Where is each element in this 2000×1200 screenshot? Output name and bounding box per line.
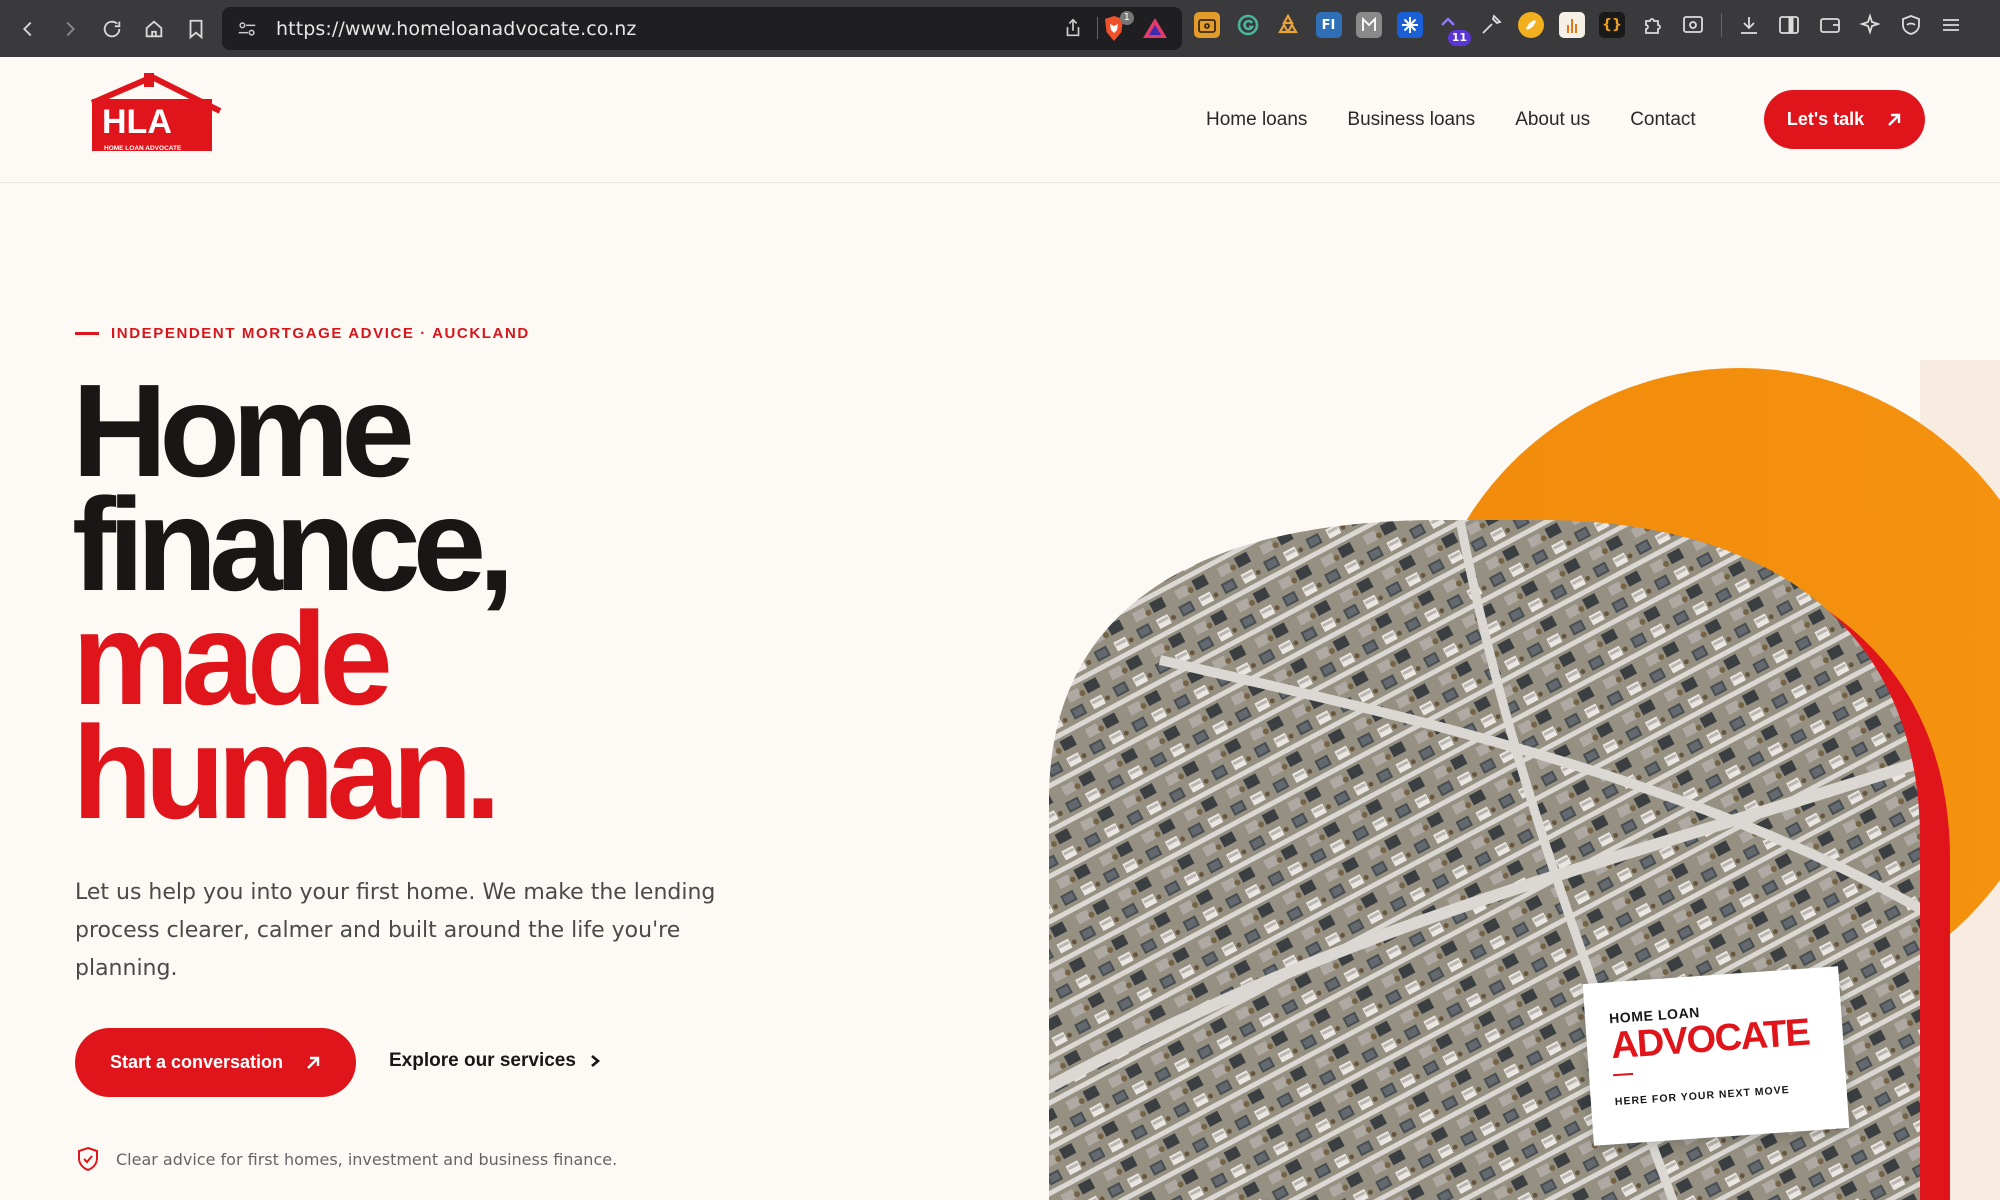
bookmark-button[interactable] — [176, 9, 216, 49]
brand-card-tagline: HERE FOR YOUR NEXT MOVE — [1614, 1083, 1791, 1109]
extension-count-badge: 11 — [1447, 30, 1471, 46]
eyedropper-extension-icon[interactable] — [1478, 12, 1504, 38]
sidebar-toggle-icon[interactable] — [1776, 12, 1802, 38]
hero-headline: Home finance, made human. — [72, 365, 515, 846]
compass-extension-icon[interactable] — [1518, 12, 1544, 38]
hero-eyebrow: INDEPENDENT MORTGAGE ADVICE · AUCKLAND — [75, 325, 530, 342]
main-navigation: Home loans Business loans About us Conta… — [1206, 109, 1736, 131]
reload-button[interactable] — [92, 9, 132, 49]
nav-business-loans[interactable]: Business loans — [1347, 109, 1475, 131]
shields-count-badge: 1 — [1119, 11, 1134, 25]
headline-line-4: human. — [72, 699, 501, 846]
leo-ai-icon[interactable] — [1857, 12, 1883, 38]
screenshot-extension-icon[interactable] — [1680, 12, 1706, 38]
puzzle-extensions-icon[interactable] — [1640, 12, 1666, 38]
hero-visual — [1040, 0, 2000, 1200]
address-bar[interactable]: https://www.homeloanadvocate.co.nz 1 — [222, 7, 1182, 50]
divider — [1720, 13, 1722, 37]
divider — [1097, 17, 1098, 39]
aerial-neighbourhood-image — [1049, 0, 2000, 1200]
explore-services-link[interactable]: Explore our services — [389, 1050, 602, 1072]
home-icon — [145, 19, 163, 37]
bookmark-extension-icon[interactable]: 11 — [1437, 12, 1471, 46]
nav-about-us[interactable]: About us — [1515, 109, 1590, 131]
start-conversation-label: Start a conversation — [109, 1052, 284, 1072]
logo-letters: HLA — [102, 103, 172, 141]
url-text[interactable]: https://www.homeloanadvocate.co.nz — [276, 18, 637, 40]
reload-icon — [103, 20, 121, 37]
braces-extension-icon[interactable]: {} — [1599, 12, 1625, 38]
shield-check-icon — [78, 1146, 98, 1172]
start-conversation-button[interactable]: Start a conversation — [75, 1028, 356, 1097]
trust-note-text: Clear advice for first homes, investment… — [116, 1149, 618, 1169]
arrow-up-right-icon — [307, 1056, 320, 1069]
trust-note: Clear advice for first homes, investment… — [76, 1146, 617, 1172]
browser-toolbar: https://www.homeloanadvocate.co.nz 1 FI — [0, 0, 2000, 57]
logo-subtext: HOME LOAN ADVOCATE — [104, 145, 182, 152]
site-header: HLA HOME LOAN ADVOCATE Home loans Busine… — [0, 57, 2000, 183]
hla-logo[interactable]: HLA HOME LOAN ADVOCATE — [90, 73, 230, 153]
snowflake-extension-icon[interactable] — [1396, 12, 1423, 38]
wallet-extension-icon[interactable] — [1194, 12, 1220, 38]
recycle-extension-icon[interactable] — [1275, 12, 1301, 38]
eyebrow-dash — [75, 332, 99, 335]
brave-rewards-icon[interactable] — [1142, 16, 1168, 40]
chevron-left-icon — [23, 21, 32, 36]
eyebrow-text: INDEPENDENT MORTGAGE ADVICE · AUCKLAND — [111, 325, 530, 342]
downloads-icon[interactable] — [1736, 12, 1762, 38]
hat-extension-icon[interactable] — [1356, 12, 1382, 38]
advocate-brand-card: HOME LOAN ADVOCATE HERE FOR YOUR NEXT MO… — [1582, 966, 1850, 1146]
menu-icon[interactable] — [1938, 12, 1964, 38]
bookmark-icon — [189, 19, 203, 39]
hero-lead-text: Let us help you into your first home. We… — [75, 880, 716, 981]
explore-services-label: Explore our services — [389, 1050, 576, 1071]
nav-home-loans[interactable]: Home loans — [1206, 109, 1307, 131]
fi-extension-icon[interactable]: FI — [1315, 12, 1342, 38]
hand-extension-icon[interactable] — [1558, 12, 1585, 38]
nav-contact[interactable]: Contact — [1630, 109, 1695, 131]
chevron-right-icon — [66, 21, 75, 36]
back-button[interactable] — [8, 9, 48, 49]
extensions-bar: FI 11 {} — [1194, 12, 1979, 46]
forward-button[interactable] — [50, 9, 90, 49]
home-button[interactable] — [134, 9, 174, 49]
share-icon[interactable] — [1062, 17, 1084, 43]
wallet-icon[interactable] — [1817, 12, 1843, 38]
arrow-up-right-icon — [1888, 113, 1901, 126]
brand-card-rule — [1613, 1072, 1634, 1077]
grammarly-extension-icon[interactable] — [1235, 12, 1261, 38]
site-settings-icon[interactable] — [236, 18, 258, 40]
chevron-right-icon — [591, 1055, 600, 1067]
lets-talk-button[interactable]: Let's talk — [1764, 90, 1925, 149]
lets-talk-label: Let's talk — [1786, 109, 1865, 129]
vpn-shield-icon[interactable] — [1898, 12, 1924, 38]
